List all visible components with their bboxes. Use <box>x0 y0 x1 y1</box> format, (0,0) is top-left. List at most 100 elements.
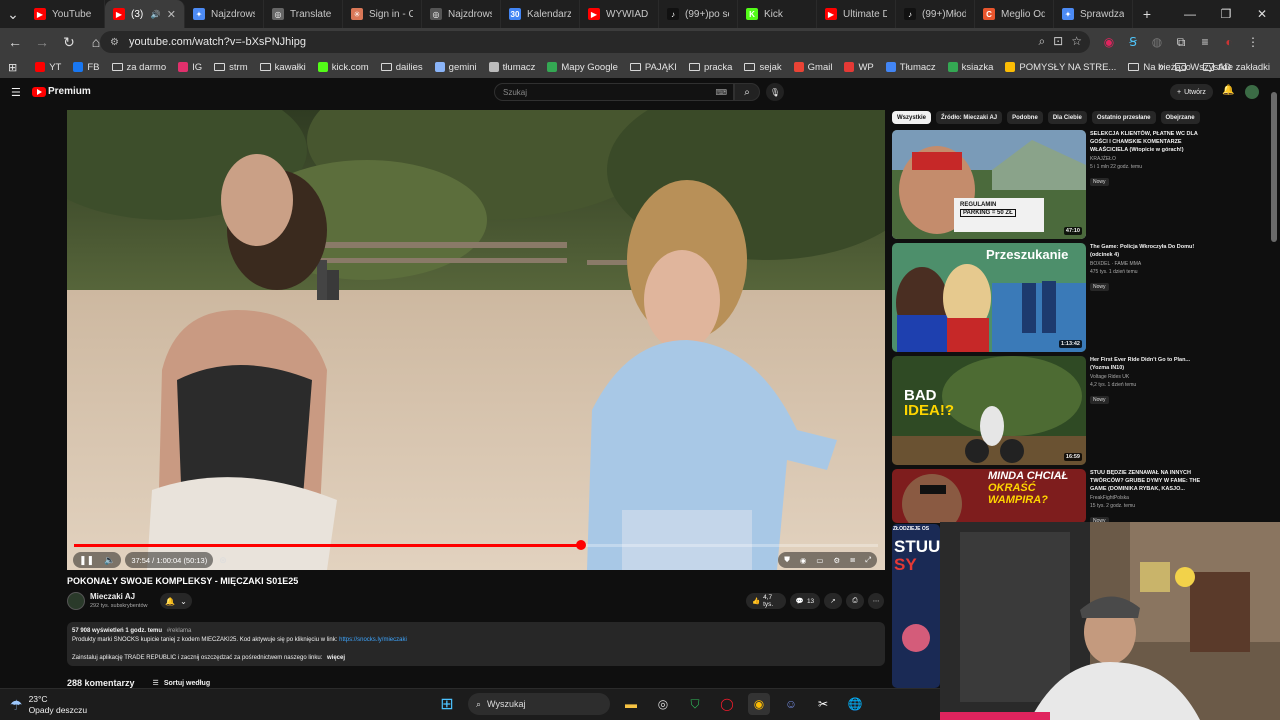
bookmark-item[interactable]: WP <box>844 62 874 73</box>
video-title[interactable]: SELEKCJA KLIENTÓW, PŁATNE WC DLA GOŚCI I… <box>1090 130 1208 154</box>
search-button[interactable]: ⌕ <box>734 83 760 101</box>
subscribed-bell-button[interactable]: 🔔 ⌄ <box>160 593 192 609</box>
browser-tab[interactable]: ▶ Ultimate Dop <box>817 0 896 28</box>
recommendation-item[interactable]: BAD IDEA!? 16:59 Her First Ever Ride Did… <box>892 356 1210 466</box>
bookmark-item[interactable]: strm <box>214 62 248 73</box>
bookmark-star-icon[interactable]: ☆ <box>1071 34 1082 49</box>
bookmark-item[interactable]: IG <box>178 62 202 73</box>
bookmarks-overflow[interactable]: » <box>1158 61 1164 73</box>
reload-icon[interactable]: ↻ <box>57 30 81 54</box>
like-button[interactable]: 👍 4,7 tys. <box>746 593 786 609</box>
filter-chip[interactable]: Dla Ciebie <box>1047 111 1087 124</box>
weather-widget[interactable]: ☂ 23°C Opady deszczu <box>10 694 87 716</box>
circle-extension-icon[interactable]: ◍ <box>1148 32 1166 52</box>
tab-close-icon[interactable]: ✕ <box>167 8 176 21</box>
hamburger-menu-icon[interactable]: ☰ <box>11 86 21 99</box>
filter-chip[interactable]: Źródło: Mieczaki AJ <box>936 111 1003 124</box>
account-avatar[interactable] <box>1245 85 1259 99</box>
bookmark-item[interactable]: tłumacz <box>488 62 535 73</box>
obs-icon[interactable]: ◎ <box>652 693 674 715</box>
tab-search-icon[interactable]: ⌄ <box>0 2 26 26</box>
filter-chip[interactable]: Ostatnio przesłane <box>1091 111 1156 124</box>
site-info-icon[interactable]: ⚙ <box>110 37 119 48</box>
sponsor-icon[interactable]: ⛊ <box>784 555 790 565</box>
hashtag[interactable]: #reklama <box>167 628 192 634</box>
browser-tab[interactable]: ✦ Najzdrowsze <box>185 0 264 28</box>
bookmark-item[interactable]: kick.com <box>317 62 369 73</box>
browser-tab[interactable]: ▶ YouTube <box>26 0 105 28</box>
share-button[interactable]: ↗ <box>824 593 842 609</box>
video-title[interactable]: Her First Ever Ride Didn't Go to Plan...… <box>1090 356 1208 372</box>
windows-start-icon[interactable]: ⊞ <box>436 693 458 715</box>
browser-tab[interactable]: ✳ Sign in - Clau <box>343 0 422 28</box>
back-icon[interactable]: ← <box>3 30 27 54</box>
globe-app-icon[interactable]: 🌐 <box>844 693 866 715</box>
puzzle-extensions-icon[interactable]: ⧉ <box>1172 32 1190 52</box>
video-thumbnail[interactable]: MINDA CHCIAŁ OKRAŚĆ WAMPIRA? <box>892 469 1086 523</box>
comments-button[interactable]: 💬 13 <box>790 593 820 609</box>
channel-name[interactable]: Voltage Rides UK <box>1090 374 1208 380</box>
bookmark-item[interactable]: gemini <box>434 62 477 73</box>
youtube-logo[interactable]: Premium <box>32 86 91 97</box>
sort-comments-button[interactable]: ☰ Sortuj według <box>153 679 211 688</box>
progress-bar[interactable] <box>74 540 878 550</box>
save-button[interactable]: ⎙ <box>846 593 864 609</box>
show-more-link[interactable]: więcej <box>327 655 345 661</box>
forward-icon[interactable]: → <box>30 30 54 54</box>
browser-tab[interactable]: ♪ (99+)Młodzi <box>896 0 975 28</box>
shield-app-icon[interactable]: ⛉ <box>684 693 706 715</box>
mic-icon[interactable]: 🎙 <box>766 83 784 101</box>
channel-name[interactable]: BOXDEL · FAME MMA <box>1090 261 1208 267</box>
file-explorer-icon[interactable]: ▬ <box>620 693 642 715</box>
bookmark-item[interactable]: PAJĄKI <box>629 62 677 73</box>
miniplayer-icon[interactable]: ⧈ <box>850 555 855 565</box>
taskbar-search[interactable]: ⌕ Wyszukaj <box>468 693 610 715</box>
media-control-icon[interactable]: ≡ <box>1196 32 1214 52</box>
bookmark-item[interactable]: kawałki <box>259 62 306 73</box>
bookmark-item[interactable]: Gmail <box>793 62 832 73</box>
zoom-search-icon[interactable]: ⌕ <box>1038 34 1045 49</box>
channel-name[interactable]: KRAJŻEŁO <box>1090 156 1208 162</box>
browser-tab[interactable]: ◎ Najzdrowsze <box>422 0 501 28</box>
video-player[interactable]: ❚❚ 🔈 37:54 / 1:00:04 (50:13) ⊛ ⛊ ◉ ▭ ⚙ ⧈… <box>67 110 885 570</box>
settings-gear-icon[interactable]: ⚙ <box>833 556 840 565</box>
channel-name[interactable]: FreakFightPolska <box>1090 495 1208 501</box>
browser-menu-icon[interactable]: ⋮ <box>1244 32 1262 52</box>
browser-tab[interactable]: ♪ (99+)po serw <box>659 0 738 28</box>
volume-icon[interactable]: 🔈 <box>104 555 115 566</box>
video-title[interactable]: STUU BĘDZIE ZENNAWAŁ NA INNYCH TWÓRCÓW? … <box>1090 469 1208 493</box>
chrome-icon[interactable]: ◉ <box>748 693 770 715</box>
record-extension-icon[interactable]: ◉ <box>1100 32 1118 52</box>
bookmark-item[interactable]: Tłumacz <box>885 62 936 73</box>
translate-extension-icon[interactable]: Ꞩ <box>1124 32 1142 52</box>
browser-tab[interactable]: ✦ Sprawdzanie <box>1054 0 1133 28</box>
notifications-icon[interactable]: 🔔 <box>1222 85 1234 96</box>
filter-chip[interactable]: Obejrzane <box>1160 111 1200 124</box>
apps-grid-icon[interactable]: ⊞ <box>8 61 17 74</box>
chapter-icon[interactable]: ⊛ <box>219 555 227 566</box>
bookmark-item[interactable]: YT <box>35 62 61 73</box>
browser-tab[interactable]: 30 Kalendarz Go <box>501 0 580 28</box>
video-thumbnail[interactable]: BAD IDEA!? 16:59 <box>892 356 1086 465</box>
capcut-icon[interactable]: ✂ <box>812 693 834 715</box>
install-icon[interactable]: ⊡ <box>1053 34 1063 49</box>
profile-avatar[interactable]: ◐ <box>1220 32 1238 52</box>
tab-audio-icon[interactable]: 🔊 <box>151 10 161 19</box>
all-bookmarks-folder[interactable]: Wszystkie zakładki <box>1175 56 1270 78</box>
subtitles-icon[interactable]: ▭ <box>816 556 823 565</box>
bookmark-item[interactable]: POMYSŁY NA STRE... <box>1005 62 1116 73</box>
browser-tab[interactable]: K Kick <box>738 0 817 28</box>
search-input[interactable]: Szukaj ⌨ <box>494 83 734 101</box>
recommendation-item[interactable]: REGULAMIN PARKING = 50 ZŁ 47:10 SELEKCJA… <box>892 130 1210 240</box>
minimize-button[interactable]: — <box>1172 0 1208 28</box>
fullscreen-icon[interactable]: ⤢ <box>865 555 871 565</box>
video-title[interactable]: The Game: Policja Wkroczyła Do Domu! (od… <box>1090 243 1208 259</box>
video-description[interactable]: 57 908 wyświetleń 1 godz. temu #reklama … <box>67 622 885 666</box>
autoplay-icon[interactable]: ◉ <box>800 556 807 565</box>
more-actions-button[interactable]: ⋯ <box>868 593 884 609</box>
video-thumbnail[interactable]: REGULAMIN PARKING = 50 ZŁ 47:10 <box>892 130 1086 239</box>
pause-icon[interactable]: ❚❚ <box>79 555 94 566</box>
bookmark-item[interactable]: dailies <box>380 62 423 73</box>
create-button[interactable]: + Utwórz <box>1170 84 1213 100</box>
bookmark-item[interactable]: Mapy Google <box>547 62 618 73</box>
